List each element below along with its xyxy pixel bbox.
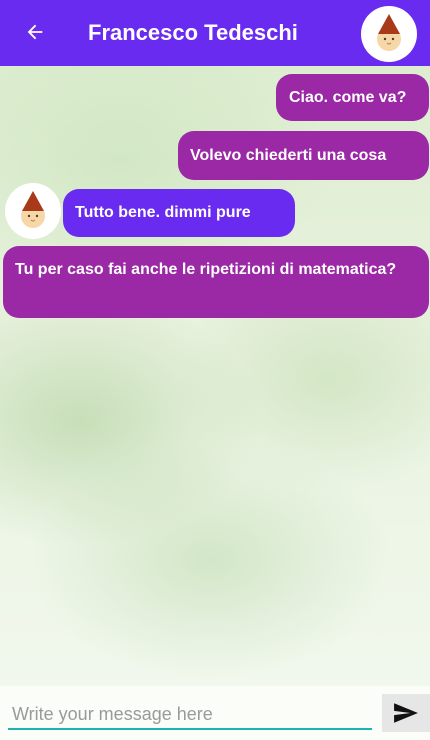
message-bubble-sent: Volevo chiederti una cosa <box>178 131 429 180</box>
send-icon <box>394 703 418 723</box>
message-input[interactable] <box>8 700 372 730</box>
app-bar: Francesco Tedeschi <box>0 0 430 66</box>
received-avatar <box>5 183 61 239</box>
message-bubble-sent: Tu per caso fai anche le ripetizioni di … <box>3 246 429 318</box>
contact-avatar[interactable] <box>361 6 417 62</box>
contact-name: Francesco Tedeschi <box>88 20 298 45</box>
back-button[interactable] <box>18 15 52 49</box>
gnome-avatar-icon <box>377 14 401 51</box>
gnome-avatar-icon <box>21 191 45 228</box>
message-bubble-received: Tutto bene. dimmi pure <box>63 189 295 237</box>
message-bubble-sent: Ciao. come va? <box>276 74 429 121</box>
arrow-left-icon <box>27 24 43 40</box>
send-button[interactable] <box>382 694 430 732</box>
